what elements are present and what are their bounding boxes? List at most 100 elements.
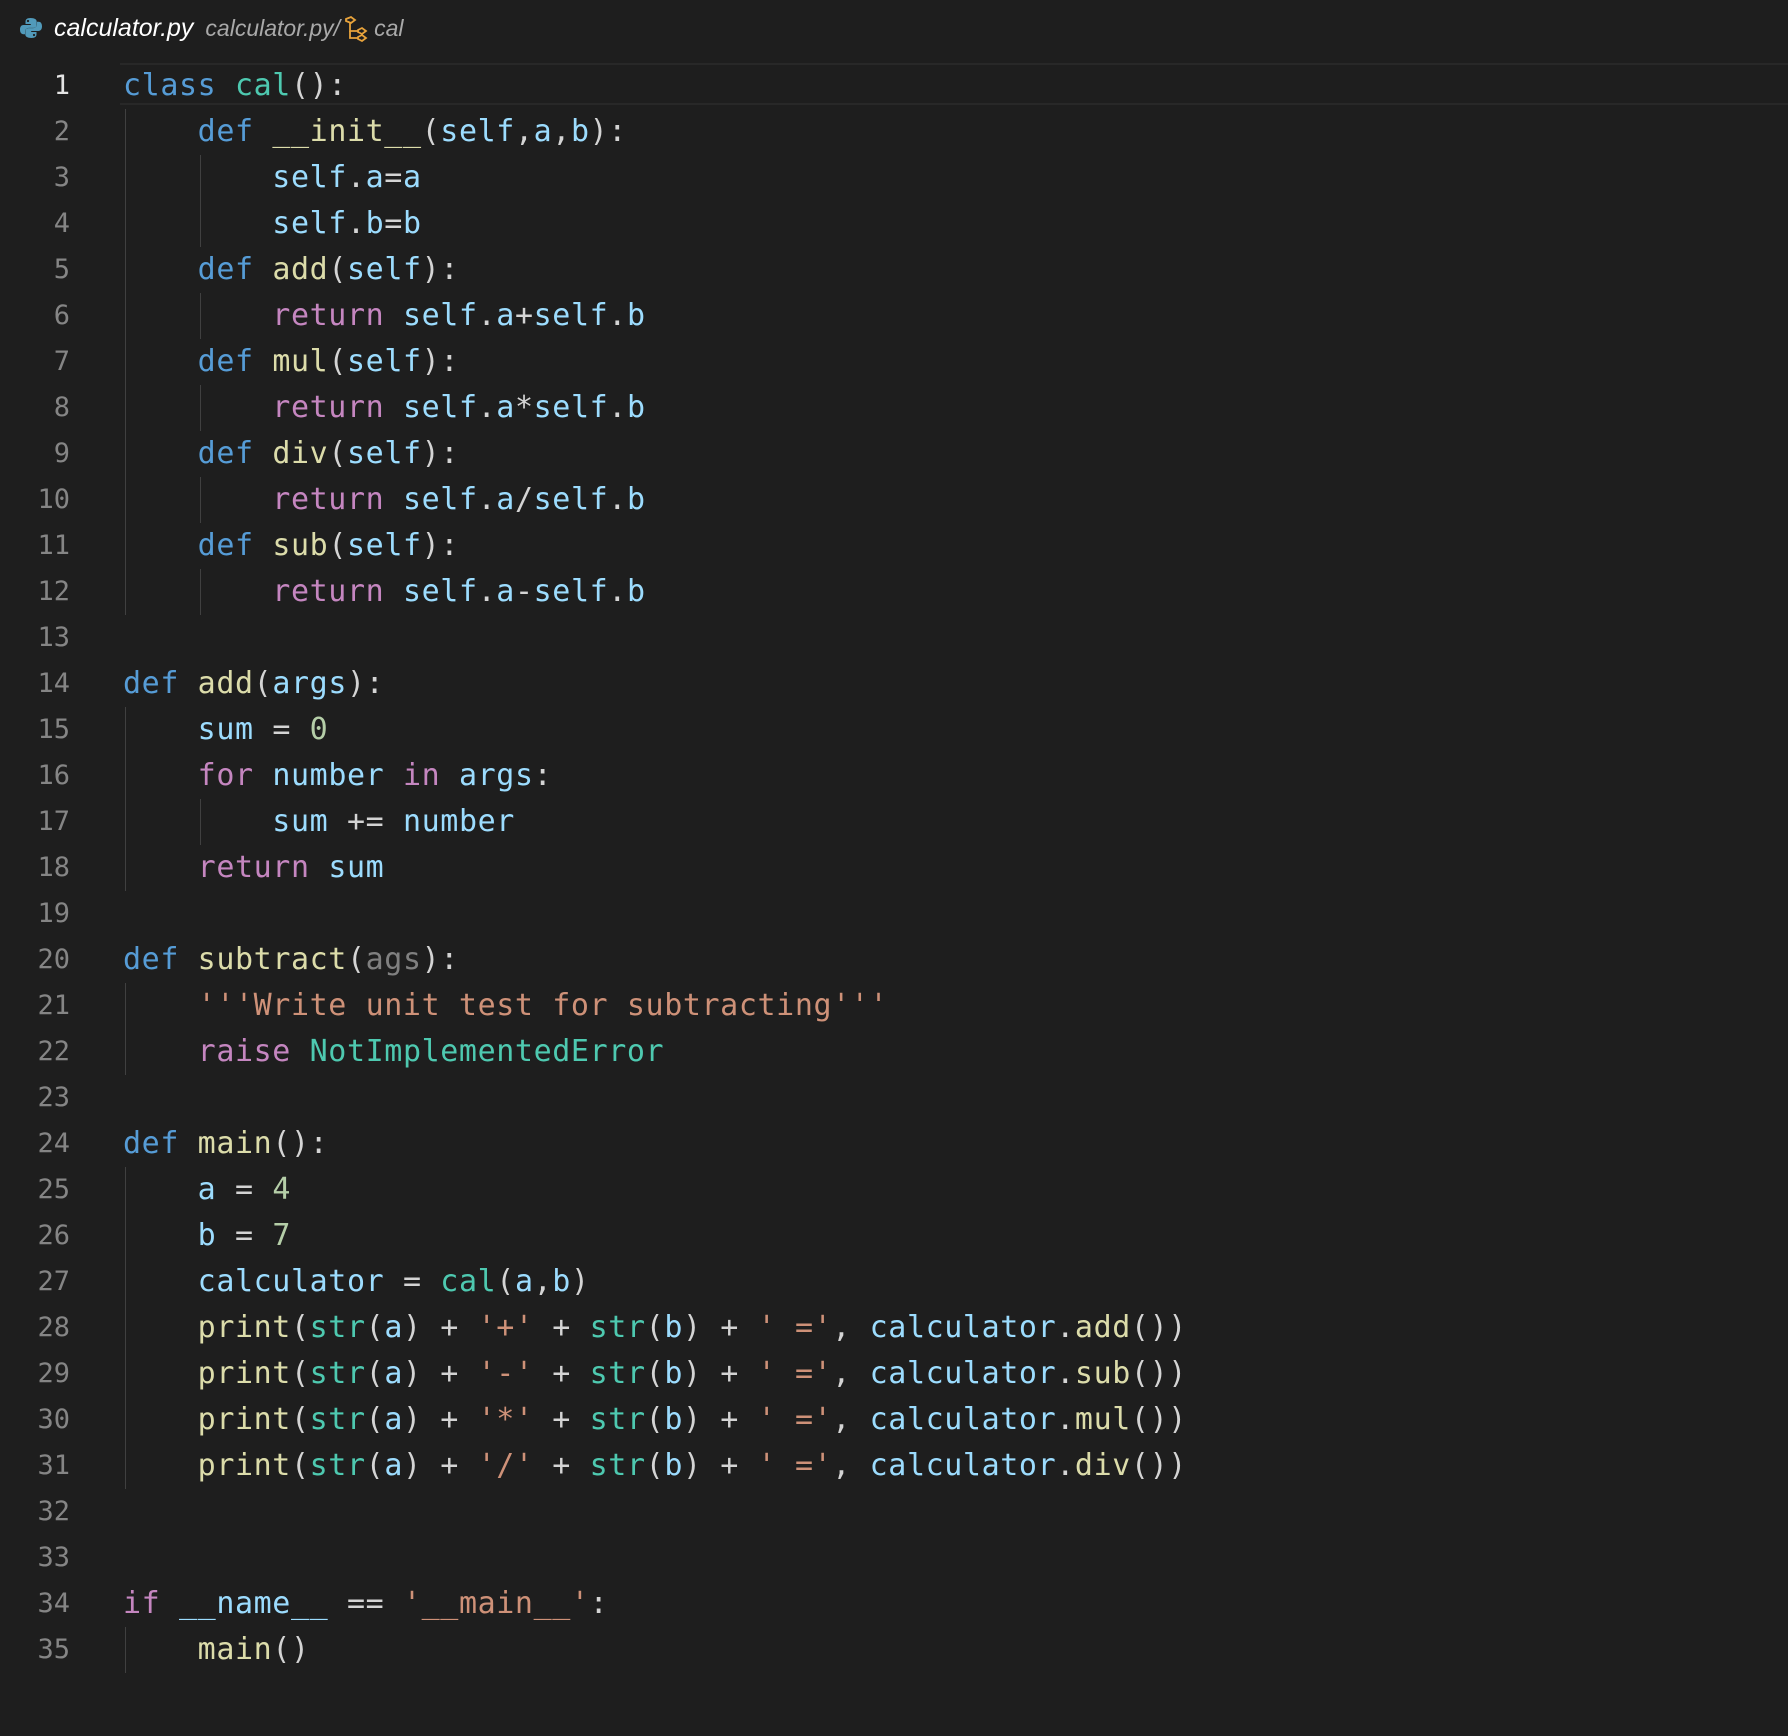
- code-token: (: [645, 1402, 665, 1437]
- code-token: if: [123, 1586, 161, 1621]
- code-token: (: [346, 942, 366, 977]
- code-token: *: [514, 390, 534, 425]
- code-token: .: [1056, 1448, 1075, 1483]
- line-number: 22: [37, 1036, 70, 1067]
- code-token: calculator: [869, 1356, 1057, 1391]
- code-token: calculator: [869, 1448, 1057, 1483]
- code-line[interactable]: 3 self.a=a: [0, 155, 1788, 201]
- code-line[interactable]: 2 def __init__(self,a,b):: [0, 109, 1788, 155]
- code-token: NotImplementedError: [309, 1034, 665, 1069]
- code-token: mul: [1074, 1402, 1131, 1437]
- code-token: sum: [272, 804, 329, 839]
- code-token: def: [123, 1126, 179, 1161]
- code-token: main: [197, 1126, 273, 1161]
- code-line[interactable]: 8 return self.a*self.b: [0, 385, 1788, 431]
- code-text: class cal():: [123, 63, 347, 109]
- code-line[interactable]: 10 return self.a/self.b: [0, 477, 1788, 523]
- code-token: return: [272, 298, 385, 333]
- code-token: str: [589, 1310, 646, 1345]
- code-line[interactable]: 28 print(str(a) + '+' + str(b) + ' =', c…: [0, 1305, 1788, 1351]
- code-token: str: [589, 1356, 646, 1391]
- code-token: b: [570, 114, 590, 149]
- code-token: ==: [328, 1586, 403, 1621]
- code-token: self: [533, 298, 609, 333]
- code-token: .: [608, 482, 627, 517]
- code-token: cal: [234, 68, 291, 103]
- code-token: (: [421, 114, 441, 149]
- code-token: a: [384, 1310, 403, 1345]
- code-line[interactable]: 9 def div(self):: [0, 431, 1788, 477]
- python-file-icon: [18, 15, 44, 41]
- code-token: (: [328, 436, 347, 471]
- code-editor[interactable]: 1 class cal(): 2 def __init__(self,a,b): 3 …: [0, 63, 1788, 1673]
- code-line[interactable]: 15 sum = 0: [0, 707, 1788, 753]
- code-line[interactable]: 23: [0, 1075, 1788, 1121]
- code-token: (: [253, 666, 273, 701]
- line-number: 4: [53, 208, 70, 239]
- code-line[interactable]: 17 sum += number: [0, 799, 1788, 845]
- code-line[interactable]: 4 self.b=b: [0, 201, 1788, 247]
- code-line[interactable]: 14 def add(args):: [0, 661, 1788, 707]
- code-line[interactable]: 29 print(str(a) + '-' + str(b) + ' =', c…: [0, 1351, 1788, 1397]
- code-token: print: [197, 1310, 291, 1345]
- code-token: =: [216, 1218, 273, 1253]
- code-line[interactable]: 31 print(str(a) + '/' + str(b) + ' =', c…: [0, 1443, 1788, 1489]
- code-line[interactable]: 34 if __name__ == '__main__':: [0, 1581, 1788, 1627]
- code-token: print: [197, 1356, 291, 1391]
- code-line[interactable]: 16 for number in args:: [0, 753, 1788, 799]
- code-token: 0: [309, 712, 329, 747]
- code-line[interactable]: 33: [0, 1535, 1788, 1581]
- code-token: =: [253, 712, 310, 747]
- code-line[interactable]: 26 b = 7: [0, 1213, 1788, 1259]
- code-line[interactable]: 6 return self.a+self.b: [0, 293, 1788, 339]
- line-number: 28: [37, 1312, 70, 1343]
- code-token: ) +: [402, 1310, 478, 1345]
- code-line[interactable]: 20 def subtract(ags):: [0, 937, 1788, 983]
- code-token: def: [197, 252, 254, 287]
- code-line[interactable]: 12 return self.a-self.b: [0, 569, 1788, 615]
- code-line[interactable]: 19: [0, 891, 1788, 937]
- line-number: 5: [53, 254, 70, 285]
- code-token: args: [458, 758, 534, 793]
- code-text: return self.a+self.b: [123, 293, 646, 339]
- code-token: .: [1056, 1356, 1075, 1391]
- code-token: 7: [272, 1218, 291, 1253]
- code-line[interactable]: 5 def add(self):: [0, 247, 1788, 293]
- code-line[interactable]: 11 def sub(self):: [0, 523, 1788, 569]
- code-line[interactable]: 27 calculator = cal(a,b): [0, 1259, 1788, 1305]
- code-line[interactable]: 32: [0, 1489, 1788, 1535]
- code-token: print: [197, 1448, 291, 1483]
- code-line[interactable]: 7 def mul(self):: [0, 339, 1788, 385]
- code-line[interactable]: 1 class cal():: [0, 63, 1788, 109]
- code-token: ()): [1130, 1310, 1187, 1345]
- line-number: 21: [37, 990, 70, 1021]
- code-line[interactable]: 13: [0, 615, 1788, 661]
- code-token: def: [197, 344, 254, 379]
- code-line[interactable]: 21 '''Write unit test for subtracting''': [0, 983, 1788, 1029]
- code-line[interactable]: 18 return sum: [0, 845, 1788, 891]
- code-text: def div(self):: [123, 431, 459, 477]
- code-line[interactable]: 22 raise NotImplementedError: [0, 1029, 1788, 1075]
- code-token: ) +: [402, 1448, 478, 1483]
- code-line[interactable]: 30 print(str(a) + '*' + str(b) + ' =', c…: [0, 1397, 1788, 1443]
- code-line[interactable]: 24 def main():: [0, 1121, 1788, 1167]
- code-line[interactable]: 35 main(): [0, 1627, 1788, 1673]
- line-number: 9: [53, 438, 70, 469]
- line-number: 26: [37, 1220, 70, 1251]
- breadcrumb-file-name[interactable]: calculator.py: [54, 14, 193, 43]
- code-text: sum += number: [123, 799, 515, 845]
- code-line[interactable]: 25 a = 4: [0, 1167, 1788, 1213]
- indent-guide: [125, 109, 126, 615]
- breadcrumb-path[interactable]: calculator.py/: [205, 15, 340, 42]
- breadcrumb-symbol[interactable]: cal: [374, 15, 403, 42]
